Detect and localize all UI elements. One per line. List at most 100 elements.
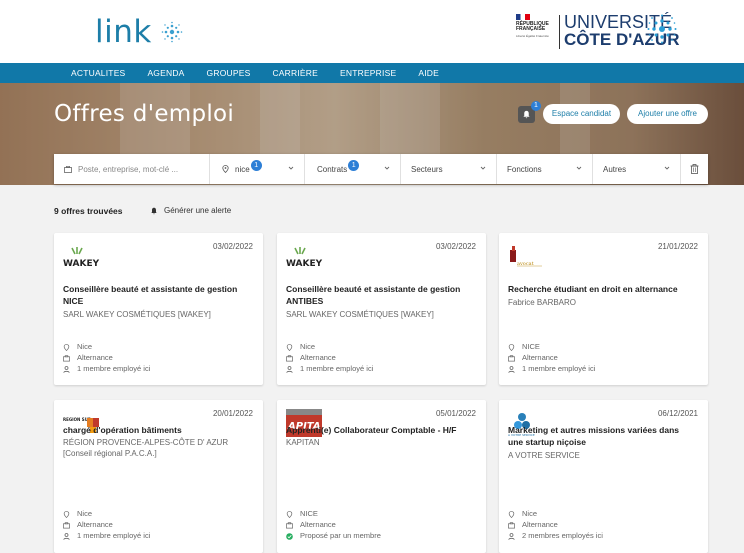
posting-date: 05/01/2022 [435, 409, 476, 418]
job-card[interactable]: WAKEY 03/02/2022 Conseillère beauté et a… [54, 233, 263, 385]
company-name: KAPITAN [286, 438, 320, 447]
posting-date: 06/12/2021 [657, 409, 698, 418]
briefcase-icon [286, 521, 293, 528]
contrats-count-badge: 1 [348, 159, 360, 171]
logo-dots-icon [161, 21, 183, 43]
fonctions-label: Fonctions [507, 164, 542, 174]
job-card[interactable]: WAKEY 03/02/2022 Conseillère beauté et a… [277, 233, 486, 385]
job-card[interactable]: APITA 05/01/2022 Apprenti(e) Collaborate… [277, 400, 486, 553]
job-title[interactable]: Conseillère beauté et assistante de gest… [286, 283, 481, 307]
nav-carriere[interactable]: CARRIÈRE [272, 68, 318, 78]
results-count: 9 offres trouvées [54, 206, 123, 216]
location-pin-icon [286, 343, 293, 351]
job-title[interactable]: Conseillère beauté et assistante de gest… [63, 283, 258, 307]
location-value: nice [235, 164, 250, 174]
autres-label: Autres [603, 164, 627, 174]
logo-text: link [95, 14, 152, 50]
location-pin-icon [63, 510, 70, 518]
person-icon [508, 532, 515, 540]
company-name: SARL WAKEY COSMÉTIQUES [WAKEY] [286, 310, 434, 319]
location-pin-icon [508, 510, 515, 518]
company-name: A VOTRE SERVICE [508, 451, 580, 460]
location-pin-icon [286, 510, 293, 518]
autres-filter[interactable]: Autres [593, 154, 681, 184]
chevron-down-icon [664, 166, 670, 170]
nav-groupes[interactable]: GROUPES [207, 68, 251, 78]
chevron-down-icon [384, 166, 390, 170]
keyword-search-field[interactable]: Poste, entreprise, mot-clé ... [54, 154, 210, 184]
company-name: SARL WAKEY COSMÉTIQUES [WAKEY] [63, 310, 211, 319]
clear-filters-button[interactable] [681, 154, 708, 184]
search-placeholder: Poste, entreprise, mot-clé ... [78, 164, 179, 174]
job-meta: NICE Alternance 1 membre employé ici [508, 342, 595, 375]
page-title: Offres d'emploi [54, 101, 235, 127]
chevron-down-icon [576, 166, 582, 170]
person-icon [63, 365, 70, 373]
rf-line2: FRANÇAISE [516, 26, 546, 32]
job-card[interactable]: A VOTRE SERVICE 06/12/2021 Marketing et … [499, 400, 708, 553]
posting-date: 03/02/2022 [435, 242, 476, 251]
secteurs-filter[interactable]: Secteurs [401, 154, 497, 184]
location-filter[interactable]: nice 1 [210, 154, 305, 184]
svg-text:WAKEY: WAKEY [63, 259, 100, 269]
site-header: link RÉPUBLIQUE FRANÇAISE Liberté Égalit… [0, 0, 744, 63]
posting-date: 21/01/2022 [657, 242, 698, 251]
job-title[interactable]: chargé d'opération bâtiments [63, 424, 258, 436]
contrats-filter[interactable]: Contrats 1 [305, 154, 401, 184]
job-meta: Nice Alternance 1 membre employé ici [63, 342, 150, 375]
job-card[interactable]: avocat 21/01/2022 Recherche étudiant en … [499, 233, 708, 385]
company-logo: WAKEY [286, 242, 326, 277]
job-meta: NICE Alternance Proposé par un membre [286, 509, 381, 542]
republique-francaise-logo: RÉPUBLIQUE FRANÇAISE Liberté Égalité Fra… [516, 14, 556, 54]
svg-text:WAKEY: WAKEY [286, 259, 323, 269]
briefcase-icon [286, 354, 293, 361]
location-pin-icon [508, 343, 515, 351]
nav-actualites[interactable]: ACTUALITES [71, 68, 125, 78]
chevron-down-icon [480, 166, 486, 170]
job-meta: Nice Alternance 1 membre employé ici [63, 509, 150, 542]
main-nav: ACTUALITES AGENDA GROUPES CARRIÈRE ENTRE… [0, 63, 744, 83]
espace-candidat-button[interactable]: Espace candidat [543, 104, 620, 124]
person-icon [508, 365, 515, 373]
company-name: Fabrice BARBARO [508, 298, 577, 307]
job-meta: Nice Alternance 1 membre employé ici [286, 342, 373, 375]
bell-icon [151, 207, 157, 214]
job-title[interactable]: Apprenti(e) Collaborateur Comptable - H/… [286, 424, 481, 436]
person-icon [286, 365, 293, 373]
ajouter-offre-button[interactable]: Ajouter une offre [627, 104, 708, 124]
fonctions-filter[interactable]: Fonctions [497, 154, 593, 184]
person-icon [63, 532, 70, 540]
link-logo[interactable]: link [95, 14, 183, 50]
bell-icon [523, 110, 530, 119]
job-card[interactable]: REGION SUD 20/01/2022 chargé d'opération… [54, 400, 263, 553]
company-name: RÉGION PROVENCE-ALPES-CÔTE D' AZUR [Conse… [63, 438, 229, 458]
check-circle-icon [286, 532, 293, 540]
location-pin-icon [222, 165, 229, 173]
job-title[interactable]: Recherche étudiant en droit en alternanc… [508, 283, 703, 295]
briefcase-icon [508, 354, 515, 361]
nav-entreprise[interactable]: ENTREPRISE [340, 68, 396, 78]
briefcase-icon [508, 521, 515, 528]
job-title[interactable]: Marketing et autres missions variées dan… [508, 424, 703, 448]
posting-date: 03/02/2022 [212, 242, 253, 251]
uca-dots-icon [647, 14, 677, 44]
location-pin-icon [63, 343, 70, 351]
nav-aide[interactable]: AIDE [418, 68, 439, 78]
secteurs-label: Secteurs [411, 164, 443, 174]
posting-date: 20/01/2022 [212, 409, 253, 418]
contrats-label: Contrats [317, 164, 348, 174]
briefcase-icon [64, 165, 72, 173]
french-flag-icon [516, 14, 530, 20]
rf-motto: Liberté Égalité Fraternité [516, 34, 549, 38]
generate-alert-link[interactable]: Générer une alerte [150, 206, 231, 215]
logo-divider [559, 15, 560, 49]
search-filter-bar: Poste, entreprise, mot-clé ... nice 1 Co… [54, 154, 708, 184]
briefcase-icon [63, 521, 70, 528]
location-count-badge: 1 [250, 159, 262, 171]
job-meta: Nice Alternance 2 membres employés ici [508, 509, 603, 542]
trash-icon [690, 164, 699, 174]
company-logo: WAKEY [63, 242, 103, 277]
nav-agenda[interactable]: AGENDA [147, 68, 184, 78]
chevron-down-icon [288, 166, 294, 170]
notification-badge: 1 [531, 101, 541, 111]
